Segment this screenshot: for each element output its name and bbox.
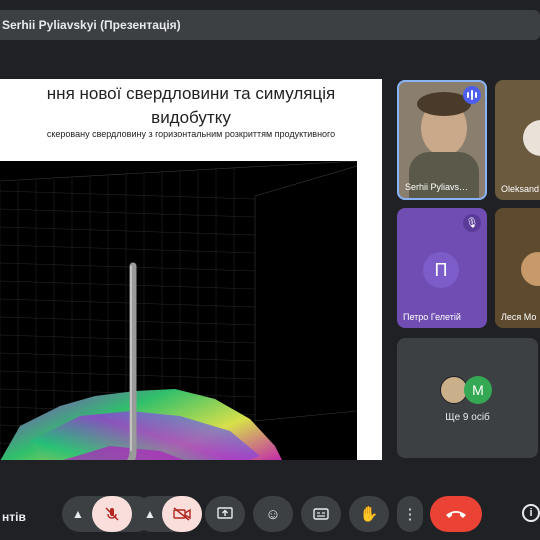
leave-call-button[interactable] [430,496,482,532]
more-participants-tile[interactable]: M Ще 9 осіб [397,338,538,458]
emoji-icon: ☺ [265,505,281,523]
present-screen-button[interactable] [205,496,245,532]
participant-tile-oleksand[interactable]: Oleksand [495,80,540,200]
participant-tile-petro[interactable]: 🎙 П Петро Гелетій [397,208,487,328]
slide-title-line2: видобутку [151,108,231,127]
camera-off-icon [173,507,191,521]
participant-body [409,152,479,198]
present-screen-icon [217,507,233,519]
camera-off-button[interactable] [162,496,202,532]
more-participants-avatars: M [440,376,496,406]
video-options-chevron-icon[interactable]: ▲ [136,496,164,532]
meeting-details-label: нтів [2,510,26,524]
mic-off-button[interactable] [92,496,132,532]
slide-subtitle: скеровану свердловину з горизонтальним р… [46,129,336,139]
mic-off-icon: 🎙 [463,214,481,232]
participant-name: Oleksand [501,184,540,194]
avatar: M [464,376,492,404]
more-vert-icon: ⋮ [402,506,418,523]
meeting-info-icon[interactable]: i [522,504,540,522]
slide-title: ння нової свердловини та симуляція видоб… [0,82,382,130]
hand-icon: ✋ [359,506,379,523]
captions-icon [313,508,329,520]
participant-tile-serhii[interactable]: Serhii Pyliavs… [397,80,487,200]
speaking-indicator-icon [463,86,481,104]
participant-name: Леся Мо [501,312,537,322]
call-controls-bar: нтів ▲ ▲ ☺ ✋ ⋮ i [0,484,540,540]
participant-avatar [523,120,540,156]
shared-slide: ння нової свердловини та симуляція видоб… [0,79,382,460]
avatar: П [423,252,459,288]
raise-hand-button[interactable]: ✋ [349,496,389,532]
participant-tile-lesya[interactable]: Леся Мо [495,208,540,328]
meet-window: Serhii Pyliavskyi (Презентація) ння ново… [0,0,540,540]
presentation-title: Serhii Pyliavskyi (Презентація) [2,18,181,32]
participant-name: Петро Гелетій [403,312,461,322]
hang-up-icon [446,511,466,518]
mic-off-icon [105,507,119,521]
emoji-reaction-button[interactable]: ☺ [253,496,293,532]
reservoir-3d-visualization [0,161,357,460]
more-participants-label: Ще 9 осіб [445,412,490,423]
participant-name: Serhii Pyliavs… [405,182,469,192]
captions-button[interactable] [301,496,341,532]
top-bar: Serhii Pyliavskyi (Презентація) [0,0,540,44]
audio-options-chevron-icon[interactable]: ▲ [64,496,92,532]
participant-avatar [521,252,540,286]
more-options-button[interactable]: ⋮ [397,496,423,532]
presentation-banner: Serhii Pyliavskyi (Презентація) [0,10,540,40]
slide-title-line1: ння нової свердловини та симуляція [46,84,336,103]
